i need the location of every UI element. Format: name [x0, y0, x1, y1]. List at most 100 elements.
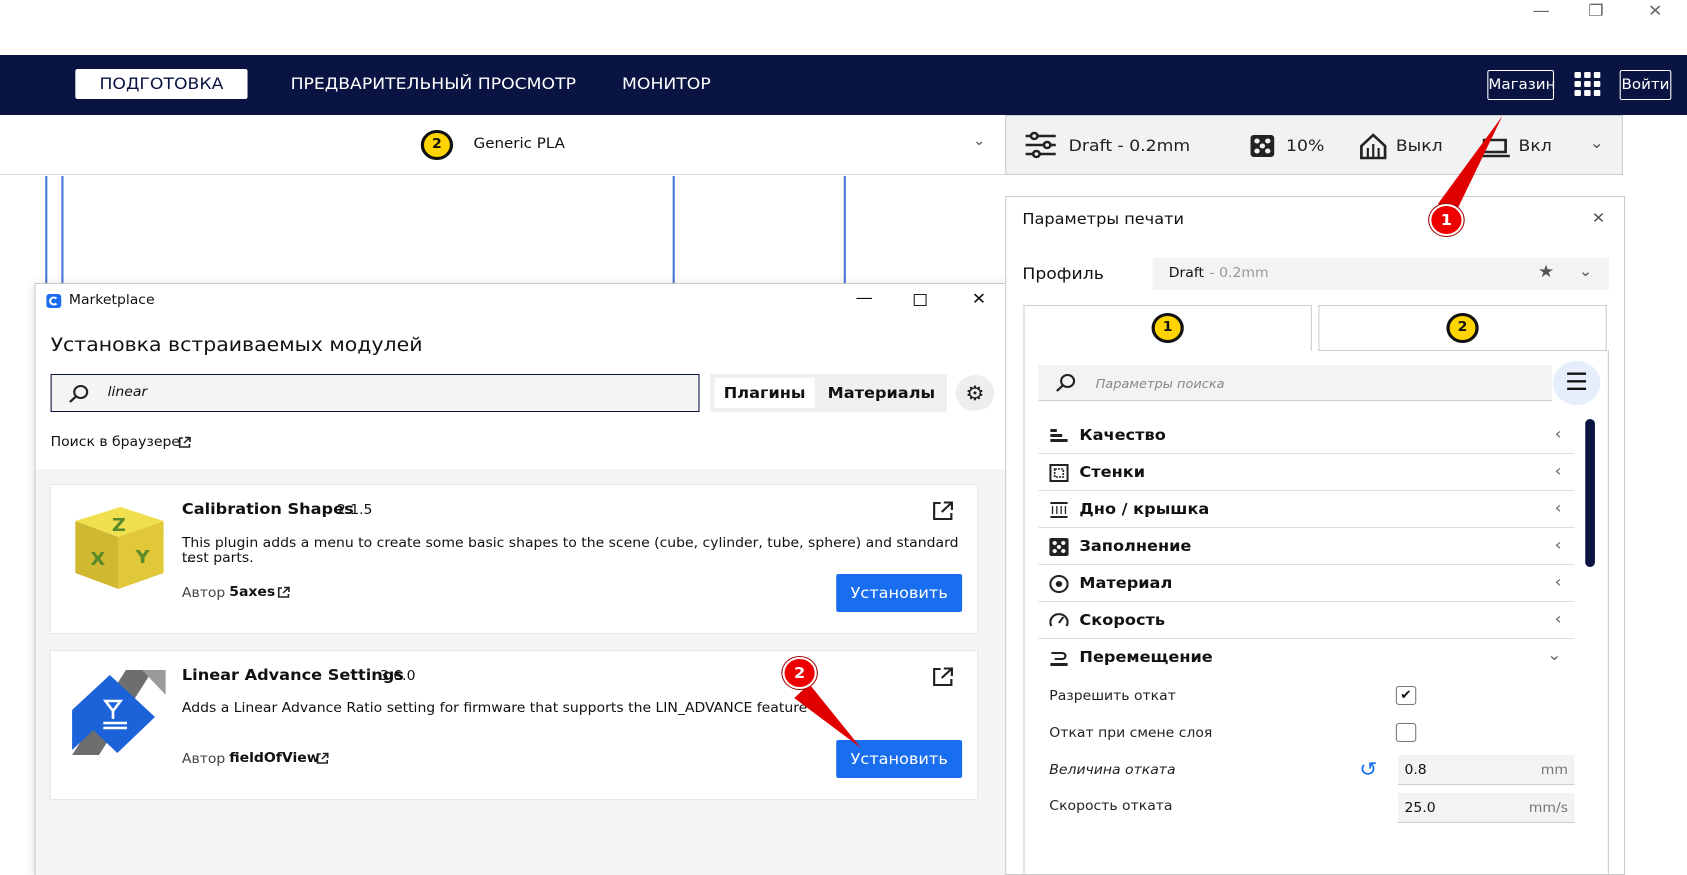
search-input[interactable]: linear	[50, 374, 700, 412]
material-selector[interactable]: 2 Generic PLA ⌄	[0, 115, 1006, 175]
material-spool-icon	[1049, 575, 1069, 593]
reset-icon[interactable]: ↺	[1359, 757, 1377, 781]
print-settings-panel: Параметры печати ✕ Профиль Draft - 0.2mm…	[1005, 196, 1626, 875]
infill-icon	[1049, 538, 1069, 556]
tab-monitor[interactable]: МОНИТОР	[590, 69, 743, 99]
top-navigation: ПОДГОТОВКА ПРЕДВАРИТЕЛЬНЫЙ ПРОСМОТР МОНИ…	[0, 55, 1687, 115]
retract-layer-change-checkbox[interactable]	[1395, 723, 1417, 742]
profile-label: Профиль	[1022, 264, 1104, 283]
marketplace-button[interactable]: Магазин	[1487, 70, 1555, 100]
browser-search-link[interactable]: Поиск в браузере	[51, 435, 180, 450]
extruder-badge: 1	[1151, 313, 1184, 343]
maximize-button[interactable]	[913, 294, 927, 306]
close-window-button[interactable]: ✕	[1634, 0, 1677, 24]
plugin-version: 3.6.0	[379, 669, 416, 684]
external-link-icon[interactable]	[178, 436, 192, 449]
section-label: Перемещение	[1079, 648, 1213, 666]
extruder-tab-2[interactable]: 2	[1318, 305, 1607, 351]
author-link[interactable]: 5axes	[229, 585, 275, 600]
plugin-description: This plugin adds a menu to create some b…	[181, 536, 959, 566]
open-external-icon[interactable]	[931, 500, 955, 522]
chevron-down-icon[interactable]: ⌄	[973, 133, 986, 149]
login-button[interactable]: Войти	[1619, 70, 1672, 100]
sliders-icon	[1025, 131, 1056, 159]
plugin-name: Calibration Shapes	[181, 500, 354, 518]
retraction-distance-input[interactable]: 0.8 mm	[1397, 755, 1575, 785]
section-label: Стенки	[1079, 463, 1146, 481]
input-unit: mm	[1540, 763, 1569, 778]
close-dialog-button[interactable]: ✕	[972, 289, 986, 308]
chevron-down-icon[interactable]: ⌄	[1579, 262, 1593, 280]
marketplace-dialog: Marketplace — ✕ Установка встраиваемых м…	[34, 283, 1010, 875]
svg-text:X: X	[90, 550, 106, 570]
section-label: Дно / крышка	[1079, 500, 1210, 518]
retraction-enable-checkbox[interactable]: ✔	[1395, 686, 1417, 705]
section-speed[interactable]: Скорость ‹	[1038, 602, 1575, 639]
search-icon	[1055, 374, 1076, 392]
tab-plugins[interactable]: Плагины	[714, 378, 815, 408]
apps-grid-icon[interactable]	[1573, 71, 1601, 97]
description-more: ...	[181, 551, 196, 566]
extruder-tab-1[interactable]: 1	[1023, 305, 1312, 351]
section-label: Заполнение	[1079, 537, 1192, 555]
section-walls[interactable]: Стенки ‹	[1038, 454, 1575, 491]
external-link-icon[interactable]	[277, 586, 291, 599]
plugin-card[interactable]: Linear Advance Settings 3.6.0 Adds a Lin…	[49, 650, 979, 800]
plugin-name: Linear Advance Settings	[181, 666, 404, 684]
walls-icon	[1049, 464, 1069, 482]
support-icon	[1360, 133, 1387, 160]
gear-icon[interactable]: ⚙	[955, 375, 995, 411]
section-quality[interactable]: Качество ‹	[1038, 417, 1575, 454]
close-icon[interactable]: ✕	[1592, 209, 1606, 227]
profile-label: Draft - 0.2mm	[1068, 136, 1191, 155]
retraction-speed-input[interactable]: 25.0 mm/s	[1397, 793, 1575, 823]
tab-materials[interactable]: Материалы	[820, 378, 943, 408]
minimize-button[interactable]: —	[1520, 0, 1563, 24]
author-link[interactable]: fieldOfView	[229, 751, 319, 766]
section-label: Материал	[1079, 574, 1173, 592]
search-icon	[69, 385, 89, 403]
section-infill[interactable]: Заполнение ‹	[1038, 528, 1575, 565]
input-value: 25.0	[1404, 801, 1436, 816]
setting-label: Скорость отката	[1049, 799, 1173, 814]
install-button[interactable]: Установить	[836, 574, 963, 612]
plugin-card[interactable]: Z X Y Calibration Shapes 2.1.5 This plug…	[49, 484, 979, 634]
install-button[interactable]: Установить	[836, 740, 963, 778]
settings-menu-icon[interactable]: ☰	[1552, 361, 1601, 405]
plugin-version: 2.1.5	[336, 503, 373, 518]
cura-logo-icon	[46, 294, 62, 308]
setting-label: Величина отката	[1049, 763, 1176, 778]
minimize-button[interactable]: —	[856, 288, 873, 307]
infill-icon	[1250, 135, 1275, 157]
settings-search-input[interactable]: Параметры поиска	[1038, 365, 1552, 401]
infill-value: 10%	[1286, 136, 1325, 155]
chevron-down-icon[interactable]: ⌄	[1590, 133, 1604, 152]
plugin-description: Adds a Linear Advance Ratio setting for …	[181, 701, 808, 716]
section-top-bottom[interactable]: Дно / крышка ‹	[1038, 491, 1575, 528]
section-material[interactable]: Материал ‹	[1038, 565, 1575, 602]
extruder-badge: 2	[420, 130, 454, 160]
svg-text:Z: Z	[112, 516, 126, 536]
page-title: Установка встраиваемых модулей	[50, 334, 423, 356]
annotation-marker: 1	[1429, 204, 1464, 236]
section-travel[interactable]: Перемещение ⌄	[1039, 639, 1575, 676]
chevron-left-icon: ‹	[1554, 498, 1562, 517]
type-toggle: Плагины Материалы	[710, 374, 948, 412]
print-settings-bar[interactable]: Draft - 0.2mm 10% Выкл Вкл ⌄	[1005, 115, 1623, 175]
open-external-icon[interactable]	[931, 666, 955, 688]
author-label: Автор	[181, 586, 226, 601]
chevron-down-icon: ⌄	[1547, 645, 1562, 664]
restore-button[interactable]: ❐	[1574, 0, 1617, 24]
profile-value: Draft	[1168, 266, 1205, 281]
material-name: Generic PLA	[473, 136, 565, 152]
external-link-icon[interactable]	[315, 752, 329, 765]
star-icon[interactable]: ★	[1538, 262, 1554, 282]
build-volume-edge	[843, 176, 846, 286]
plugin-list: Z X Y Calibration Shapes 2.1.5 This plug…	[35, 469, 1009, 875]
build-volume-edge	[61, 176, 64, 286]
tab-prepare[interactable]: ПОДГОТОВКА	[75, 69, 248, 99]
tab-preview[interactable]: ПРЕДВАРИТЕЛЬНЫЙ ПРОСМОТР	[258, 69, 608, 99]
linear-advance-logo	[72, 670, 166, 755]
profile-select[interactable]: Draft - 0.2mm ★ ⌄	[1152, 258, 1609, 290]
scrollbar-thumb[interactable]	[1585, 419, 1595, 567]
